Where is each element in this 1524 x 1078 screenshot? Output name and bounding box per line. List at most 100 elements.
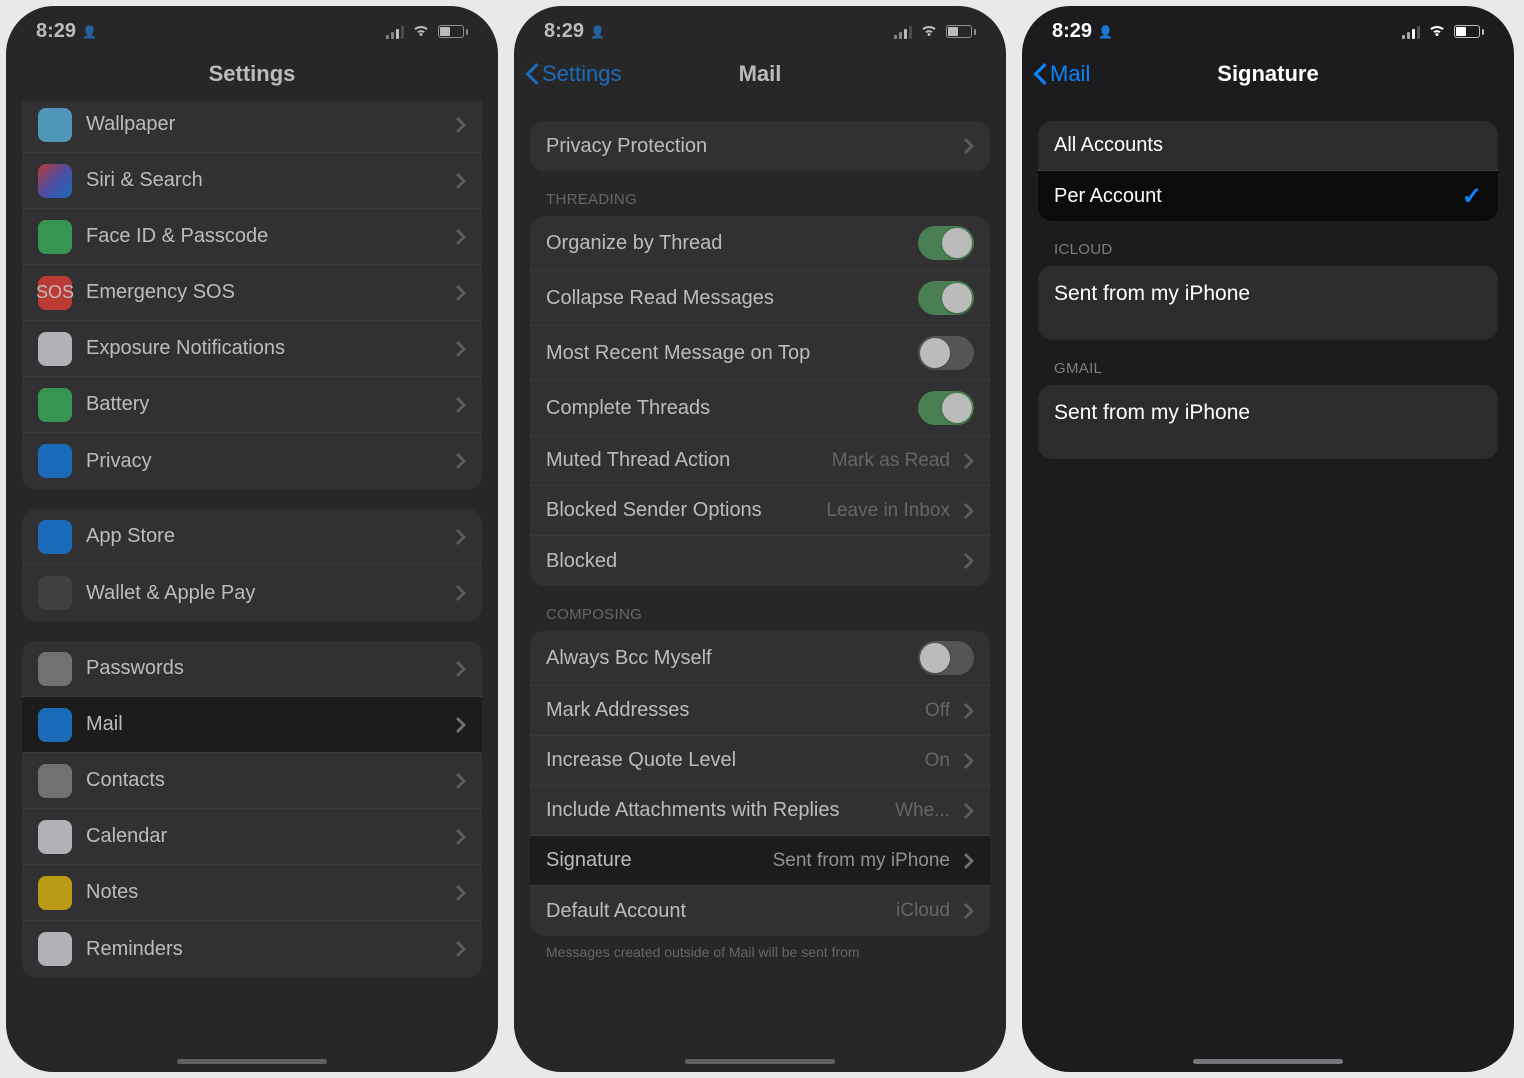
chevron-right-icon [456,941,466,957]
row-label: Calendar [86,825,442,848]
row-value: Leave in Inbox [826,500,950,522]
settings-row-battery[interactable]: Battery [22,377,482,433]
mail-row-privacy-protection[interactable]: Privacy Protection [530,121,990,171]
back-button[interactable]: Mail [1032,61,1090,87]
screenreader-icon: 👤 [590,25,605,39]
chevron-right-icon [964,138,974,154]
row-label: Wallpaper [86,113,442,136]
toggle[interactable] [918,391,974,425]
home-indicator[interactable] [177,1059,327,1064]
signature-textarea[interactable]: Sent from my iPhone [1038,385,1498,459]
settings-row-emergency-sos[interactable]: SOSEmergency SOS [22,265,482,321]
chevron-right-icon [456,285,466,301]
row-label: Blocked [546,550,950,573]
row-label: Contacts [86,769,442,792]
back-button[interactable]: Settings [524,61,622,87]
mail-row-blocked-sender-options[interactable]: Blocked Sender OptionsLeave in Inbox [530,486,990,536]
settings-row-wallpaper[interactable]: Wallpaper [22,101,482,153]
chevron-right-icon [456,773,466,789]
mail-icon [38,708,72,742]
row-label: Collapse Read Messages [546,287,904,310]
row-label: Wallet & Apple Pay [86,582,442,605]
row-value: Sent from my iPhone [773,850,950,872]
row-value: On [925,750,950,772]
mail-row-muted-thread-action[interactable]: Muted Thread ActionMark as Read [530,436,990,486]
toggle[interactable] [918,281,974,315]
screenreader-icon: 👤 [82,25,97,39]
chevron-right-icon [456,585,466,601]
row-label: Reminders [86,938,442,961]
status-time: 8:29 [36,20,76,43]
row-label: Siri & Search [86,169,442,192]
passwords-icon [38,652,72,686]
row-label: Passwords [86,657,442,680]
mail-row-blocked[interactable]: Blocked [530,536,990,586]
privacy-icon [38,444,72,478]
settings-row-passwords[interactable]: Passwords [22,641,482,697]
battery-icon [1454,25,1484,38]
chevron-right-icon [456,397,466,413]
screen-settings: 8:29 👤 Settings Wallpaper Siri & Search Fa… [6,6,498,1072]
status-time: 8:29 [1052,20,1092,43]
status-bar: 8:29 👤 [514,6,1006,47]
chevron-right-icon [964,553,974,569]
settings-row-mail[interactable]: Mail [22,697,482,753]
toggle[interactable] [918,336,974,370]
battery-icon [946,25,976,38]
mail-row-default-account[interactable]: Default AccountiCloud [530,886,990,936]
home-indicator[interactable] [1193,1059,1343,1064]
settings-row-wallet-apple-pay[interactable]: Wallet & Apple Pay [22,565,482,621]
cellular-icon [386,25,404,39]
back-label: Settings [542,61,622,87]
row-value: iCloud [896,900,950,922]
page-title: Mail [739,61,782,87]
settings-row-notes[interactable]: Notes [22,865,482,921]
notes-icon [38,876,72,910]
mail-row-collapse-read-messages[interactable]: Collapse Read Messages [530,271,990,326]
section-header: THREADING [530,191,990,216]
chevron-right-icon [964,503,974,519]
row-label: Mail [86,713,442,736]
settings-row-app-store[interactable]: App Store [22,509,482,565]
section-header: COMPOSING [530,606,990,631]
chevron-right-icon [964,453,974,469]
screen-signature: 8:29 👤 Mail Signature All AccountsPer Ac… [1022,6,1514,1072]
mail-row-increase-quote-level[interactable]: Increase Quote LevelOn [530,736,990,786]
account-header: GMAIL [1038,360,1498,385]
settings-row-calendar[interactable]: Calendar [22,809,482,865]
row-label: Muted Thread Action [546,449,818,472]
row-label: Privacy [86,450,442,473]
signature-option-per-account[interactable]: Per Account ✓ [1038,171,1498,221]
row-label: Notes [86,881,442,904]
mail-row-complete-threads[interactable]: Complete Threads [530,381,990,436]
contacts-icon [38,764,72,798]
checkmark-icon: ✓ [1462,182,1482,211]
mail-row-include-attachments-with-replies[interactable]: Include Attachments with RepliesWhe... [530,786,990,836]
option-label: Per Account [1054,185,1448,208]
mail-row-always-bcc-myself[interactable]: Always Bcc Myself [530,631,990,686]
wifi-icon [1428,20,1446,43]
settings-row-siri-search[interactable]: Siri & Search [22,153,482,209]
mail-row-most-recent-message-on-top[interactable]: Most Recent Message on Top [530,326,990,381]
wifi-icon [920,20,938,43]
battery-icon [38,388,72,422]
signature-textarea[interactable]: Sent from my iPhone [1038,266,1498,340]
toggle[interactable] [918,641,974,675]
mail-row-signature[interactable]: SignatureSent from my iPhone [530,836,990,886]
chevron-right-icon [456,885,466,901]
back-label: Mail [1050,61,1090,87]
toggle[interactable] [918,226,974,260]
home-indicator[interactable] [685,1059,835,1064]
chevron-right-icon [456,661,466,677]
wallpaper-icon [38,108,72,142]
row-label: Battery [86,393,442,416]
settings-row-face-id-passcode[interactable]: Face ID & Passcode [22,209,482,265]
nav-bar: Settings [6,47,498,101]
settings-row-contacts[interactable]: Contacts [22,753,482,809]
settings-row-exposure-notifications[interactable]: Exposure Notifications [22,321,482,377]
signature-option-all-accounts[interactable]: All Accounts [1038,121,1498,171]
settings-row-privacy[interactable]: Privacy [22,433,482,489]
settings-row-reminders[interactable]: Reminders [22,921,482,977]
mail-row-mark-addresses[interactable]: Mark AddressesOff [530,686,990,736]
mail-row-organize-by-thread[interactable]: Organize by Thread [530,216,990,271]
